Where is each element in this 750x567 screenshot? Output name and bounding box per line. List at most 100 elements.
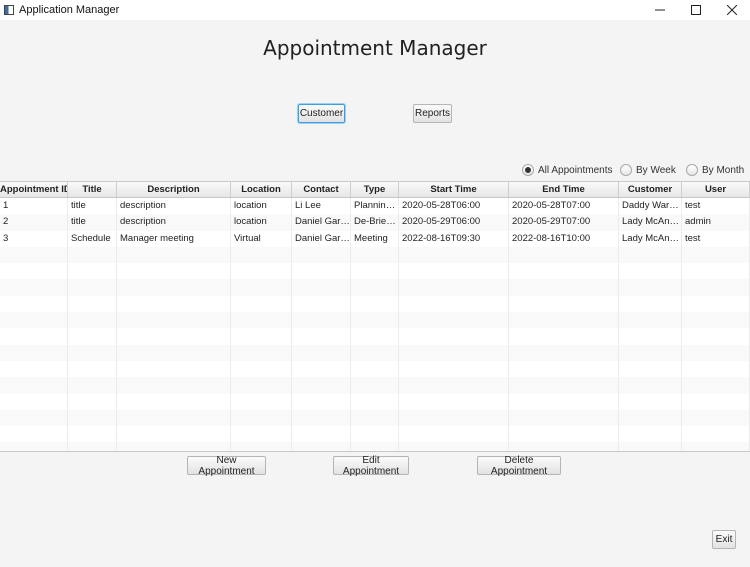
column-header[interactable]: User [682,182,750,197]
table-cell: Daniel Garcia [292,214,351,231]
customer-button[interactable]: Customer [298,104,345,123]
table-row[interactable] [0,393,750,410]
column-header[interactable]: Location [231,182,292,197]
table-row[interactable] [0,426,750,443]
table-cell [117,360,231,378]
table-row[interactable] [0,344,750,361]
column-header[interactable]: End Time [509,182,619,197]
table-row[interactable] [0,295,750,313]
table-cell [68,295,117,313]
table-cell: Meeting [351,230,399,247]
table-cell: test [682,230,750,247]
column-header[interactable]: Type [351,182,399,197]
table-cell [682,360,750,378]
table-cell [399,409,509,427]
column-header[interactable]: Description [117,182,231,197]
table-cell [292,442,351,451]
table-row[interactable] [0,442,750,451]
table-row[interactable] [0,312,750,329]
table-cell [619,312,682,329]
radio-all-appointments[interactable]: All Appointments [522,164,613,176]
table-cell [619,442,682,451]
table-cell [0,246,68,264]
reports-button[interactable]: Reports [413,104,452,123]
minimize-button[interactable] [642,0,678,20]
table-row[interactable] [0,246,750,264]
table-cell [509,295,619,313]
maximize-button[interactable] [678,0,714,20]
column-header[interactable]: Start Time [399,182,509,197]
column-header[interactable]: Customer [619,182,682,197]
table-cell [0,295,68,313]
table-cell: 2020-05-28T06:00 [399,198,509,215]
table-cell [509,344,619,361]
exit-button[interactable]: Exit [712,530,736,549]
table-cell: title [68,198,117,215]
table-cell [682,442,750,451]
table-row[interactable]: 1 title description location Li Lee Planning … [0,198,750,215]
table-row[interactable]: 3 Schedule Manager meeting Virtual Daniel Ga… [0,230,750,247]
table-cell [399,377,509,394]
close-icon [727,5,737,15]
column-header[interactable]: Title [68,182,117,197]
table-cell: admin [682,214,750,231]
table-cell [682,246,750,264]
table-cell [399,393,509,410]
table-cell: De-Briefing [351,214,399,231]
appointments-table[interactable]: Appointment ID Title Description Location Co… [0,181,750,452]
table-row[interactable]: 2 title description location Daniel Garcia De… [0,214,750,231]
delete-appointment-button[interactable]: Delete Appointment [477,455,561,477]
column-header[interactable]: Contact [292,182,351,197]
table-cell [68,393,117,410]
table-cell [509,263,619,280]
table-cell [682,279,750,296]
table-cell [292,426,351,443]
table-row[interactable] [0,279,750,296]
table-cell [351,360,399,378]
table-cell [68,409,117,427]
table-cell: Virtual [231,230,292,247]
table-cell [351,409,399,427]
title-bar: Application Manager [0,0,750,20]
table-cell [399,426,509,443]
table-row[interactable] [0,263,750,280]
table-cell [0,426,68,443]
table-cell [619,377,682,394]
table-cell [351,328,399,345]
table-cell [399,295,509,313]
table-cell [351,312,399,329]
table-cell [117,295,231,313]
minimize-icon [655,9,665,11]
table-row[interactable] [0,377,750,394]
table-cell [292,312,351,329]
table-row[interactable] [0,328,750,345]
close-button[interactable] [714,0,750,20]
edit-appointment-button[interactable]: Edit Appointment [333,455,409,477]
table-cell [292,360,351,378]
table-cell [682,312,750,329]
table-cell [292,409,351,427]
table-cell [619,263,682,280]
table-cell: Manager meeting [117,230,231,247]
table-cell [231,360,292,378]
table-cell [292,279,351,296]
table-row[interactable] [0,360,750,378]
table-row[interactable] [0,409,750,427]
table-cell [399,360,509,378]
radio-label: All Appointments [538,164,613,176]
table-cell [682,409,750,427]
table-cell [0,377,68,394]
table-cell [68,377,117,394]
new-appointment-button[interactable]: New Appointment [187,455,266,477]
table-cell [0,360,68,378]
table-cell [509,279,619,296]
radio-by-week[interactable]: By Week [620,164,676,176]
table-cell [68,312,117,329]
table-cell [231,393,292,410]
table-cell: Schedule [68,230,117,247]
table-cell [351,393,399,410]
column-header[interactable]: Appointment ID [0,182,68,197]
table-cell: 2020-05-29T06:00 [399,214,509,231]
table-cell [509,360,619,378]
radio-by-month[interactable]: By Month [686,164,744,176]
